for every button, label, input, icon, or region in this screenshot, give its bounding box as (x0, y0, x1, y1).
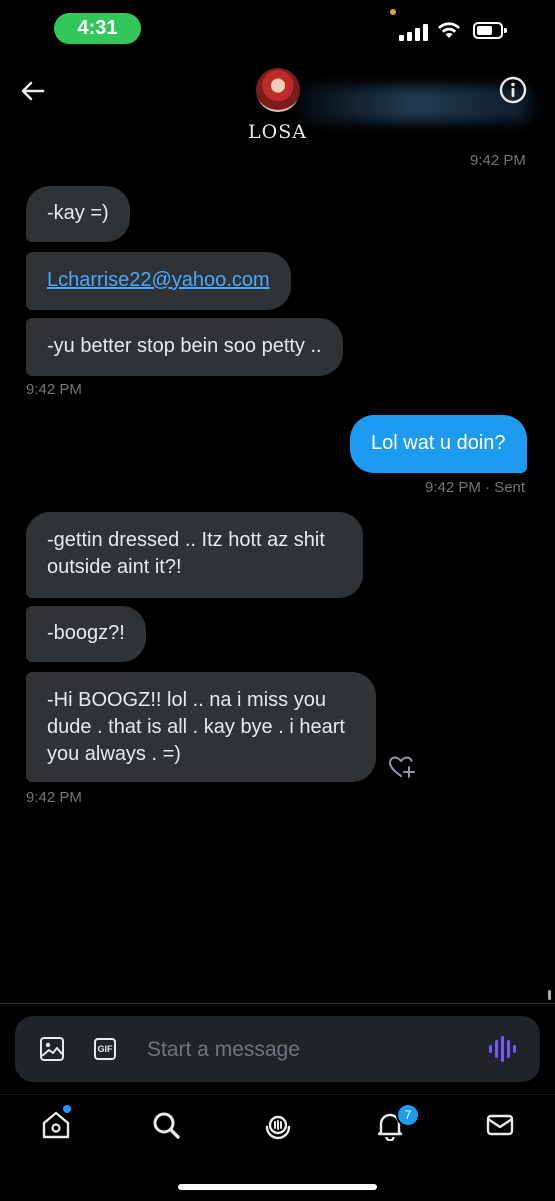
blurred-handle (300, 86, 530, 122)
email-link[interactable]: Lcharrise22@yahoo.com (47, 269, 270, 291)
status-time: 4:31 (54, 13, 141, 44)
sent-timestamp: 9:42 PM (425, 479, 481, 496)
battery-icon (473, 22, 507, 39)
divider (0, 1003, 555, 1004)
message-bubble[interactable]: -gettin dressed .. Itz hott az shit outs… (26, 512, 363, 598)
voice-message-icon[interactable] (489, 1036, 517, 1062)
sent-status: · Sent (485, 479, 526, 496)
image-icon[interactable] (38, 1035, 66, 1063)
display-name[interactable]: LOSA (0, 121, 555, 143)
avatar[interactable] (256, 68, 300, 112)
message-line: -gettin dressed .. Itz hott az shit (47, 529, 325, 551)
back-arrow-icon[interactable] (18, 76, 48, 106)
search-icon[interactable] (150, 1109, 182, 1141)
message-timestamp: 9:42 PM (26, 789, 82, 806)
notifications-badge: 7 (396, 1103, 420, 1127)
message-bubble[interactable]: -kay =) (26, 186, 130, 242)
gif-button[interactable]: GIF (94, 1038, 116, 1060)
privacy-indicator-icon (390, 9, 396, 15)
scrollbar[interactable] (548, 990, 551, 1000)
wifi-icon (438, 22, 460, 38)
message-bubble-email[interactable]: Lcharrise22@yahoo.com (26, 252, 291, 310)
conversation-header: LOSA (0, 56, 555, 156)
info-icon[interactable] (499, 76, 527, 104)
message-bubble[interactable]: -Hi BOOGZ!! lol .. na i miss you dude . … (26, 672, 376, 782)
home-unread-dot (61, 1103, 73, 1115)
message-line: dude . that is all . kay bye . i heart (47, 716, 345, 738)
message-composer: GIF (15, 1016, 540, 1082)
spaces-icon[interactable] (262, 1109, 294, 1141)
message-line: you always . =) (47, 743, 181, 765)
status-bar: 4:31 (0, 0, 555, 56)
cellular-signal-icon (399, 24, 429, 41)
sent-message-meta: 9:42 PM · Sent (425, 479, 525, 496)
add-reaction-heart-icon[interactable] (388, 754, 416, 780)
sent-message-bubble[interactable]: Lol wat u doin? (350, 415, 527, 473)
message-line: outside aint it?! (47, 556, 182, 578)
message-input[interactable] (145, 1034, 469, 1066)
message-line: -Hi BOOGZ!! lol .. na i miss you (47, 689, 326, 711)
message-timestamp: 9:42 PM (470, 152, 526, 169)
home-indicator[interactable] (178, 1184, 377, 1190)
message-bubble[interactable]: -boogz?! (26, 606, 146, 662)
messages-icon[interactable] (484, 1109, 516, 1141)
message-bubble[interactable]: -yu better stop bein soo petty .. (26, 318, 343, 376)
message-timestamp: 9:42 PM (26, 381, 82, 398)
